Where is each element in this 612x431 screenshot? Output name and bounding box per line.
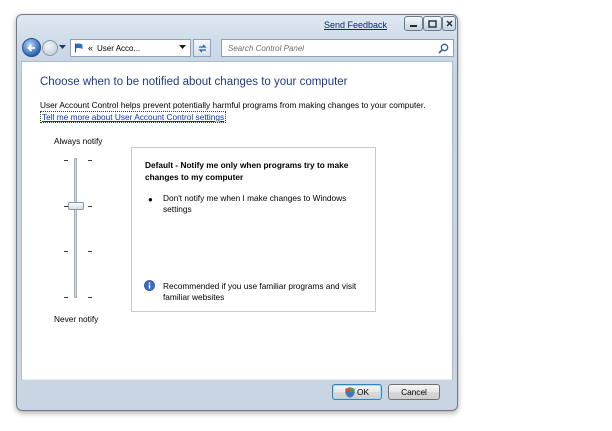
flag-icon	[75, 43, 83, 53]
recommendation-text: Recommended if you use familiar programs…	[163, 281, 357, 302]
ok-label: OK	[357, 387, 369, 397]
slider-track[interactable]	[74, 158, 77, 298]
uac-settings-window: Send Feedback « User Acco... Search Cont…	[16, 14, 458, 411]
level-bullet-text: Don't notify me when I make changes to W…	[163, 193, 347, 214]
close-icon	[446, 20, 452, 27]
slider-tick	[88, 297, 92, 298]
back-icon	[27, 43, 35, 52]
ok-button[interactable]: OK	[332, 384, 382, 400]
info-icon	[144, 280, 155, 291]
slider-tick	[64, 251, 68, 252]
address-breadcrumb-text: User Acco...	[97, 43, 141, 53]
refresh-button[interactable]	[193, 39, 211, 57]
minimize-icon	[410, 24, 417, 27]
forward-icon	[43, 42, 57, 56]
slider-tick	[88, 251, 92, 252]
back-button[interactable]	[22, 38, 41, 57]
cancel-button[interactable]: Cancel	[388, 384, 440, 400]
refresh-icon	[197, 44, 207, 52]
navigation-bar: « User Acco... Search Control Panel	[17, 37, 457, 59]
cancel-label: Cancel	[401, 387, 427, 397]
level-description-box: Default - Notify me only when programs t…	[131, 147, 376, 312]
address-breadcrumb-chevron: «	[88, 43, 94, 53]
uac-shield-icon	[345, 386, 355, 398]
slider-top-label: Always notify	[54, 136, 103, 146]
learn-more-link[interactable]: Tell me more about User Account Control …	[40, 111, 227, 123]
close-button[interactable]	[442, 16, 456, 31]
search-icon[interactable]	[438, 43, 449, 54]
page-title: Choose when to be notified about changes…	[40, 76, 348, 88]
address-bar[interactable]: « User Acco...	[70, 39, 191, 57]
description-text: User Account Control helps prevent poten…	[40, 100, 426, 110]
maximize-icon	[428, 19, 437, 28]
search-placeholder: Search Control Panel	[228, 43, 305, 53]
maximize-button[interactable]	[423, 16, 442, 31]
search-input[interactable]: Search Control Panel	[221, 39, 454, 57]
slider-tick	[88, 206, 92, 207]
forward-button[interactable]	[42, 40, 58, 56]
slider-tick	[64, 160, 68, 161]
slider-thumb[interactable]	[68, 202, 84, 210]
main-content: Choose when to be notified about changes…	[21, 61, 453, 380]
dropdown-icon[interactable]	[179, 45, 186, 50]
level-title: Default - Notify me only when programs t…	[145, 160, 349, 182]
footer-divider	[22, 379, 452, 380]
slider-bottom-label: Never notify	[54, 314, 99, 324]
send-feedback-link[interactable]: Send Feedback	[324, 20, 387, 30]
bullet-icon: ●	[148, 195, 153, 204]
minimize-button[interactable]	[404, 16, 423, 31]
slider-tick	[88, 160, 92, 161]
slider-tick	[64, 297, 68, 298]
recent-pages-dropdown-icon[interactable]	[59, 45, 66, 50]
